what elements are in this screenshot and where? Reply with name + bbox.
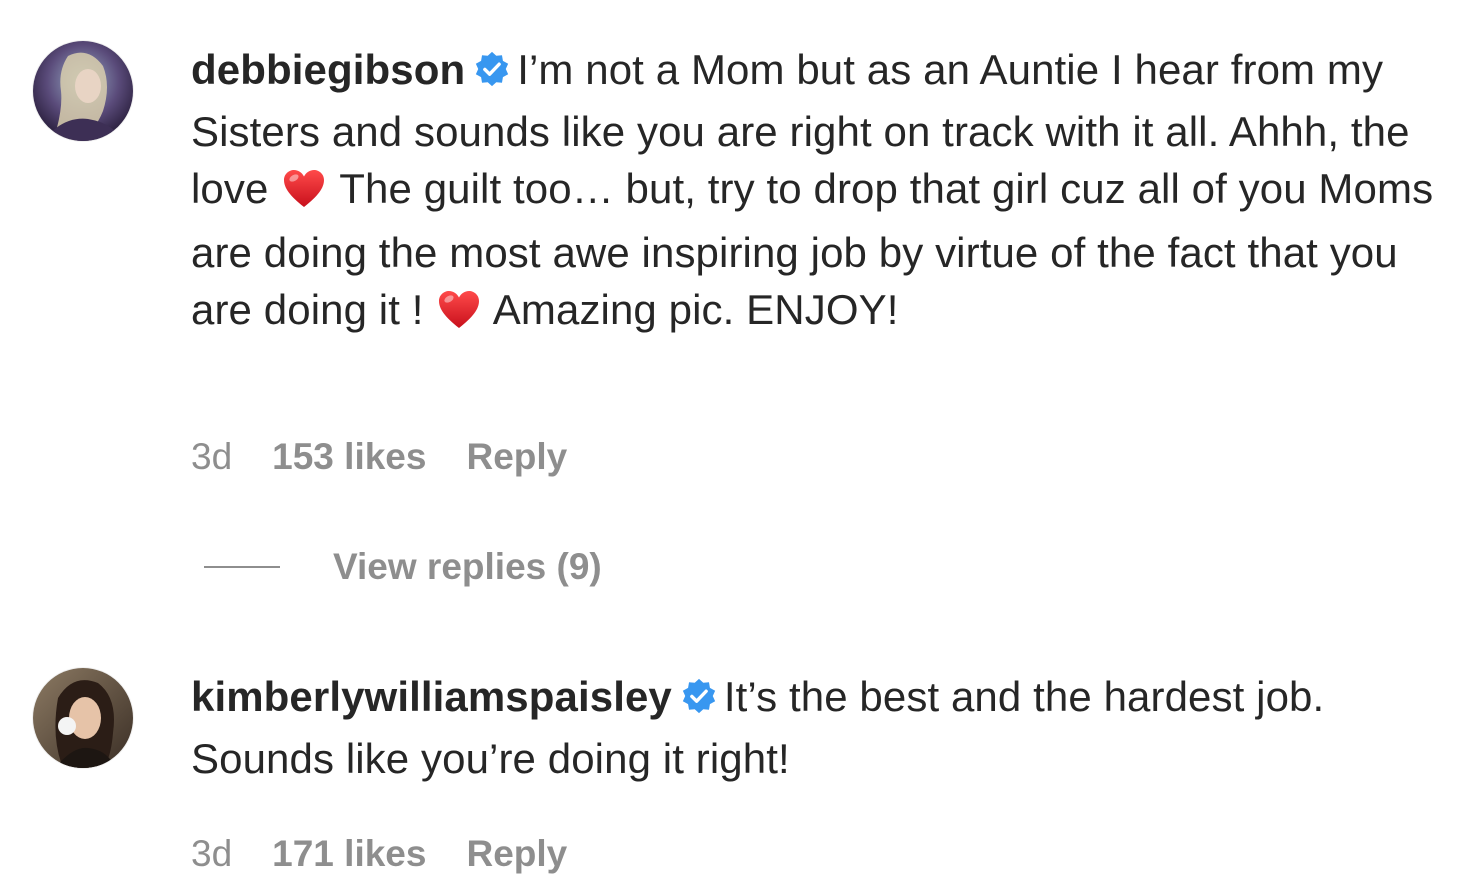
likes-count-link[interactable]: 153 likes xyxy=(272,436,426,478)
comment-meta: 3d 171 likes Reply xyxy=(191,833,567,875)
comment-body: debbiegibson I’m not a Mom but as an Aunt… xyxy=(191,41,1451,345)
reply-button[interactable]: Reply xyxy=(466,436,567,478)
avatar-image xyxy=(33,668,133,768)
reply-button[interactable]: Reply xyxy=(466,833,567,875)
comment-text-part: Amazing pic. ENJOY! xyxy=(492,286,899,333)
comment-timestamp[interactable]: 3d xyxy=(191,436,232,478)
verified-badge-icon xyxy=(680,672,718,730)
comment-body: kimberlywilliamspaisley It’s the best and… xyxy=(191,668,1451,787)
comment-item: kimberlywilliamspaisley It’s the best and… xyxy=(0,620,1478,894)
view-replies-button[interactable]: View replies (9) xyxy=(204,546,602,588)
comment-timestamp[interactable]: 3d xyxy=(191,833,232,875)
heart-emoji-icon xyxy=(437,287,481,345)
comment-item: debbiegibson I’m not a Mom but as an Aunt… xyxy=(0,0,1478,620)
view-replies-label: View replies (9) xyxy=(333,546,602,587)
comment-username[interactable]: debbiegibson xyxy=(191,46,465,93)
verified-badge-icon xyxy=(473,45,511,103)
heart-emoji-icon xyxy=(282,166,326,224)
avatar[interactable] xyxy=(33,668,133,768)
likes-count-link[interactable]: 171 likes xyxy=(272,833,426,875)
comment-meta: 3d 153 likes Reply xyxy=(191,436,567,478)
avatar[interactable] xyxy=(33,41,133,141)
view-replies-divider xyxy=(204,566,280,568)
comment-username[interactable]: kimberlywilliamspaisley xyxy=(191,673,672,720)
avatar-image xyxy=(33,41,133,141)
